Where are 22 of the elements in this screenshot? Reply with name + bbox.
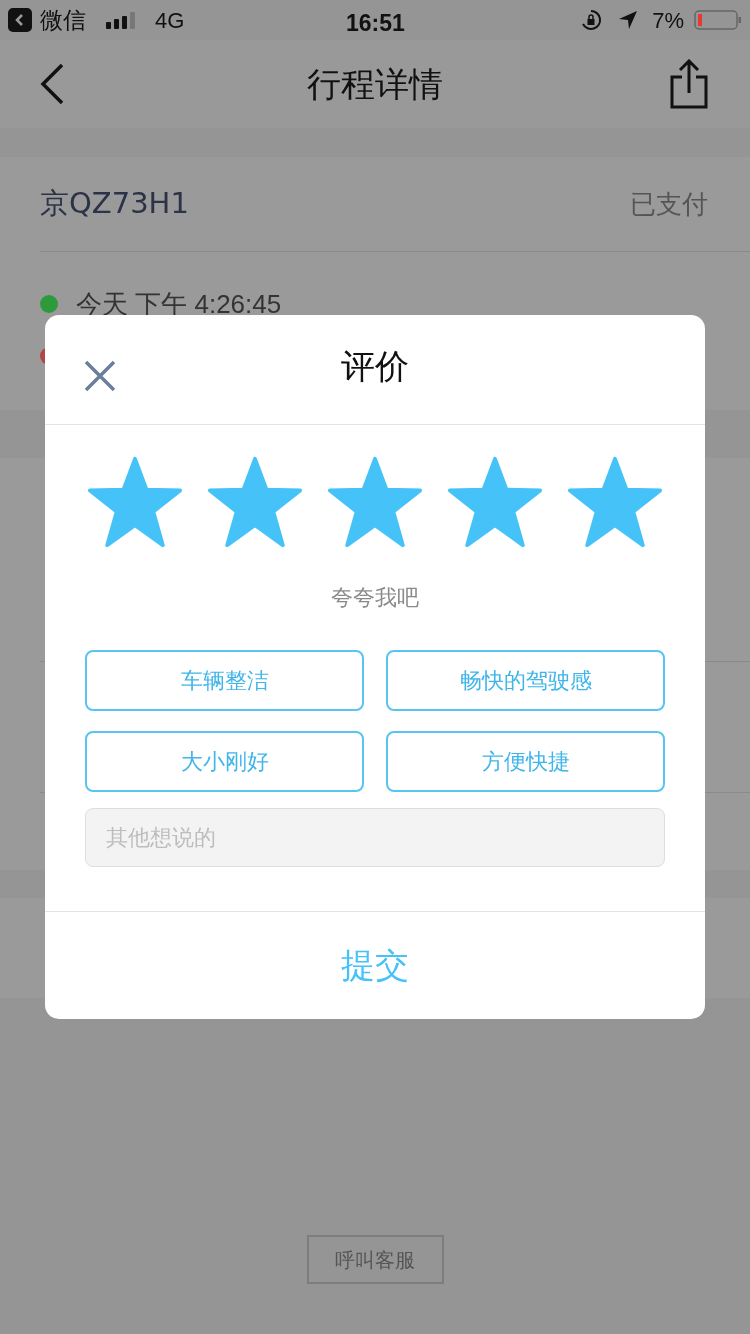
battery-percent: 7% — [652, 6, 684, 35]
rotation-lock-icon — [580, 9, 603, 31]
location-arrow-icon — [618, 10, 639, 30]
dialog-title: 评价 — [341, 345, 409, 388]
tag-button[interactable]: 大小刚好 — [85, 731, 364, 792]
signal-icon — [106, 11, 135, 29]
share-button[interactable] — [668, 58, 710, 110]
back-app-label[interactable]: 微信 — [40, 2, 86, 38]
tag-button[interactable]: 畅快的驾驶感 — [386, 650, 665, 711]
back-app-icon[interactable] — [8, 8, 32, 32]
trip-time: 今天 下午 4:26:45 — [76, 287, 282, 321]
battery-icon — [694, 9, 742, 31]
tag-button[interactable]: 车辆整洁 — [85, 650, 364, 711]
support-button[interactable]: 呼叫客服 — [306, 1235, 444, 1284]
payment-status: 已支付 — [630, 187, 708, 221]
tag-button[interactable]: 方便快捷 — [386, 731, 665, 792]
rating-prompt: 夸夸我吧 — [331, 584, 419, 612]
network-label: 4G — [155, 6, 185, 35]
clock: 16:51 — [346, 9, 405, 38]
submit-button[interactable]: 提交 — [321, 940, 429, 991]
plate-number: 京QZ73H1 — [40, 185, 189, 223]
page-title: 行程详情 — [307, 62, 443, 106]
